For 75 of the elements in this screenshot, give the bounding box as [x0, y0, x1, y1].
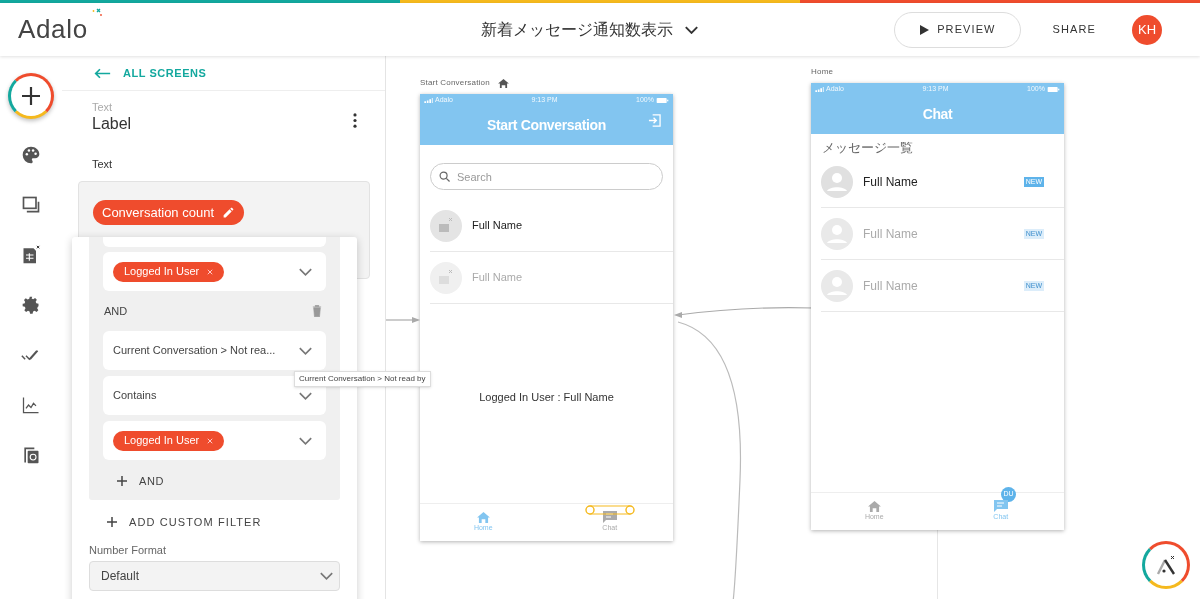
value-dropdown[interactable]: Logged In User [103, 252, 326, 291]
chevron-down-icon [299, 391, 312, 400]
sparkle-icon [91, 8, 102, 18]
section-label: メッセージ一覧 [822, 140, 914, 156]
selection-handles[interactable] [585, 504, 635, 516]
user-name: Full Name [863, 173, 919, 191]
field-label: Text [91, 157, 114, 172]
chevron-down-icon [299, 346, 312, 355]
add-custom-filter-button[interactable]: ADD CUSTOM FILTER [107, 512, 357, 532]
logo-icon [1154, 553, 1178, 577]
screen-label: Start Conversation [420, 77, 490, 89]
field-label: Number Format [89, 543, 168, 558]
number-format-dropdown[interactable]: Default [89, 560, 340, 591]
analytics-icon [21, 395, 41, 415]
list-item[interactable]: Full Name [430, 200, 673, 252]
settings-icon [21, 295, 41, 315]
trash-icon [312, 305, 322, 317]
signal-icon [815, 86, 824, 92]
search-field[interactable]: Search [430, 163, 663, 190]
play-icon [919, 24, 930, 35]
chat-icon [993, 500, 1008, 513]
plus-icon [117, 476, 127, 486]
magic-text-chip: Logged In User [113, 430, 225, 451]
logo: Adalo [18, 10, 96, 49]
pencil-icon [222, 205, 235, 219]
user-avatar[interactable]: KH [1132, 14, 1162, 45]
chevron-down-icon [320, 571, 333, 580]
database-icon [21, 245, 41, 265]
battery-icon [1047, 86, 1060, 92]
screen-label: Home [811, 66, 834, 78]
plus-icon [21, 86, 41, 106]
magic-text-chip[interactable]: Conversation count [93, 199, 244, 225]
share-button[interactable]: SHARE [1036, 21, 1112, 38]
close-icon [207, 268, 214, 275]
help-button[interactable] [1142, 541, 1190, 589]
search-icon [439, 171, 450, 182]
chat-icon [602, 511, 617, 524]
screen-title: Start Conversation [487, 116, 606, 135]
chevron-down-icon [299, 267, 312, 276]
add-component-button[interactable] [8, 73, 54, 119]
image-placeholder-icon [430, 261, 462, 294]
component-type: Text [92, 101, 114, 114]
palette-icon [21, 145, 41, 165]
home-icon [867, 500, 881, 512]
screens-icon [21, 195, 41, 215]
chevron-down-icon [299, 436, 312, 445]
connector-arrow [386, 316, 420, 324]
home-icon [476, 511, 490, 523]
list-item[interactable]: Full Name [430, 252, 673, 304]
filter-dropdown[interactable]: Current Conversation > Not rea... [103, 331, 326, 370]
screen-title: Chat [922, 105, 953, 124]
user-name-text: Logged In User : Full Name [479, 390, 614, 406]
back-arrow-icon [94, 67, 111, 79]
image-placeholder-icon [430, 209, 462, 242]
battery-icon [656, 97, 669, 103]
app-title-dropdown[interactable]: 新着メッセージ通知数表示 [481, 17, 699, 42]
conjunction-label: AND [104, 303, 128, 319]
signal-icon [424, 97, 433, 103]
plus-icon [107, 517, 117, 527]
exit-icon [648, 114, 661, 127]
more-button[interactable] [353, 113, 357, 128]
value-dropdown[interactable]: Logged In User [103, 421, 326, 460]
user-name: Full Name [472, 270, 524, 286]
tooltip: Current Conversation > Not read by [294, 371, 431, 387]
close-icon [207, 437, 214, 444]
more-vertical-icon [353, 113, 357, 128]
magic-text-chip: Logged In User [113, 261, 225, 282]
avatar-icon [821, 165, 853, 198]
user-name: Full Name [472, 218, 524, 234]
user-name: Full Name [863, 225, 919, 243]
user-name: Full Name [863, 277, 919, 295]
caret-icon [685, 25, 699, 34]
add-and-button[interactable]: AND [103, 466, 326, 496]
all-screens-link[interactable]: ALL SCREENS [62, 56, 385, 91]
component-name: Label [92, 114, 132, 134]
